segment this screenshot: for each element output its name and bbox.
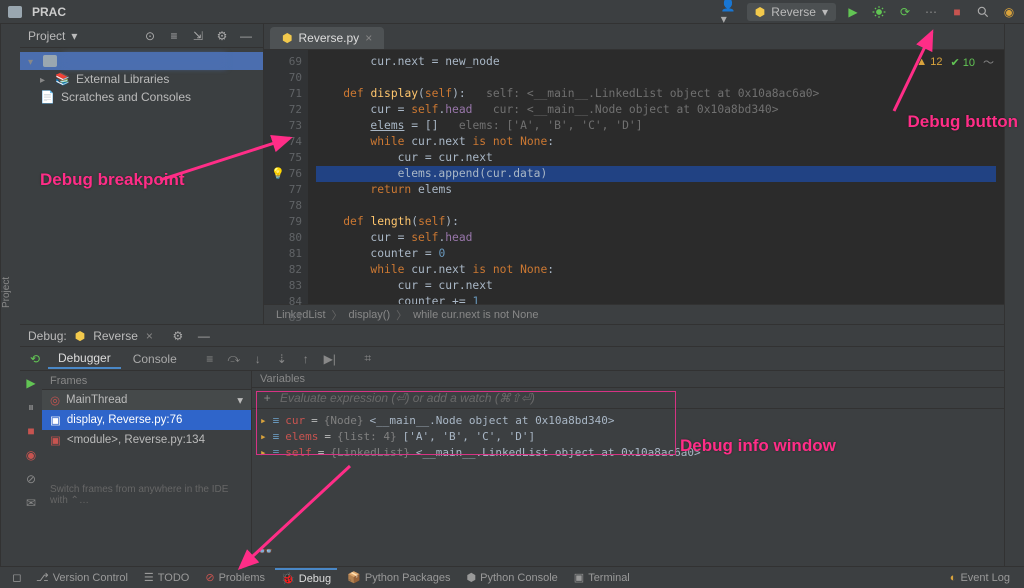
hide-icon[interactable]: — <box>237 27 255 45</box>
step-over-button[interactable]: ⤼ <box>223 348 245 370</box>
debug-tool-window: Debug: ⬢ Reverse × ⚙ — ⟲ Debugger Consol… <box>20 324 1004 564</box>
expand-icon[interactable]: ⇲ <box>189 27 207 45</box>
debug-side-toolbar: ▶ ⏸ ■ ◉ ⊘ ✉ <box>20 371 42 564</box>
gear-icon[interactable]: ⚙ <box>169 327 187 345</box>
stop-button[interactable]: ■ <box>948 3 966 21</box>
run-with-coverage-button[interactable]: ⟳ <box>896 3 914 21</box>
editor-tab-reverse[interactable]: ⬢ Reverse.py × <box>270 27 384 49</box>
pause-button[interactable]: ⏸ <box>23 399 39 415</box>
tool-window-toggle-icon[interactable]: ◻ <box>8 569 26 587</box>
tree-item-external-libraries[interactable]: 📚External Libraries <box>20 70 263 88</box>
step-into-my-button[interactable]: ⇣ <box>271 348 293 370</box>
tree-item-scratches[interactable]: 📄Scratches and Consoles <box>20 88 263 106</box>
frames-panel: Frames ◎MainThread▾ ▣display, Reverse.py… <box>42 371 252 564</box>
breadcrumb[interactable]: LinkedList〉 display()〉 while cur.next is… <box>264 304 1004 324</box>
search-everywhere-icon[interactable] <box>974 3 992 21</box>
tab-debugger[interactable]: Debugger <box>48 349 121 369</box>
run-button[interactable]: ▶ <box>844 3 862 21</box>
debug-button[interactable] <box>870 3 888 21</box>
frames-header: Frames <box>42 373 251 390</box>
gear-icon[interactable]: ⚙ <box>213 27 231 45</box>
settings-icon[interactable]: ◉ <box>1000 3 1018 21</box>
project-tool-label[interactable]: Project <box>1 276 12 307</box>
hide-icon[interactable]: — <box>195 327 213 345</box>
step-out-button[interactable]: ↑ <box>295 348 317 370</box>
show-execution-point-button[interactable]: ≡ <box>199 348 221 370</box>
step-into-button[interactable]: ↓ <box>247 348 269 370</box>
debug-header-title: Debug: <box>28 329 67 343</box>
watches-icon[interactable]: 👓 <box>258 544 273 558</box>
frames-hint: Switch frames from anywhere in the IDE w… <box>42 450 251 510</box>
evaluate-button[interactable]: ⌗ <box>357 348 379 370</box>
left-tool-strip[interactable]: Project <box>0 24 20 566</box>
variables-panel: Variables + Evaluate expression (⏎) or a… <box>252 371 1004 564</box>
mute-breakpoints-button[interactable]: ⊘ <box>23 471 39 487</box>
view-breakpoints-button[interactable]: ◉ <box>23 447 39 463</box>
gutter[interactable]: 69707172737475💡76777879808182838485 <box>264 50 308 304</box>
add-watch-icon[interactable]: + <box>260 391 274 405</box>
status-debug[interactable]: 🐞 Debug <box>275 568 337 587</box>
settings-side-button[interactable]: ✉ <box>23 495 39 511</box>
variables-list[interactable]: ▸ ≡ cur = {Node} <__main__.Node object a… <box>252 409 1004 564</box>
variables-header: Variables <box>252 371 1004 388</box>
status-todo[interactable]: ☰ TODO <box>138 569 195 586</box>
stack-frame[interactable]: ▣<module>, Reverse.py:134 <box>42 430 251 450</box>
evaluate-input[interactable]: + Evaluate expression (⏎) or add a watch… <box>252 388 1004 409</box>
run-config-dropdown[interactable]: ⬢ Reverse ▾ <box>747 3 836 21</box>
tree-item-root[interactable]: hidden project path name here <box>20 52 263 70</box>
status-python-packages[interactable]: 📦 Python Packages <box>341 569 456 586</box>
close-icon[interactable]: × <box>365 31 372 45</box>
status-problems[interactable]: ⊘ Problems <box>199 569 271 586</box>
editor: ⬢ Reverse.py × 69707172737475💡7677787980… <box>264 24 1004 324</box>
editor-body[interactable]: 69707172737475💡76777879808182838485 cur.… <box>264 50 1004 304</box>
stop-button-side[interactable]: ■ <box>23 423 39 439</box>
more-run-icon[interactable]: ⋯ <box>922 3 940 21</box>
project-panel: Project ▾ ⊙ ≡ ⇲ ⚙ — hidden project path … <box>20 24 264 324</box>
project-panel-title: Project <box>28 29 65 43</box>
run-config-label: Reverse <box>771 5 816 19</box>
stack-frame[interactable]: ▣display, Reverse.py:76 <box>42 410 251 430</box>
chevron-down-icon: ▾ <box>822 5 828 19</box>
debug-toolbar: ⟲ Debugger Console ≡ ⤼ ↓ ⇣ ↑ ▶| ⌗ <box>20 347 1004 371</box>
status-version-control[interactable]: ⎇ Version Control <box>30 569 134 586</box>
resume-button[interactable]: ▶ <box>23 375 39 391</box>
project-tree[interactable]: hidden project path name here 📚External … <box>20 48 263 324</box>
titlebar: PRAC 👤▾ ⬢ Reverse ▾ ▶ ⟳ ⋯ ■ ◉ <box>0 0 1024 24</box>
status-event-log[interactable]: ◐ Event Log <box>944 570 1016 586</box>
user-icon[interactable]: 👤▾ <box>721 3 739 21</box>
editor-tab-label: Reverse.py <box>298 31 359 45</box>
status-bar: ◻ ⎇ Version Control ☰ TODO ⊘ Problems 🐞 … <box>0 566 1024 588</box>
close-icon[interactable]: × <box>146 329 153 343</box>
rerun-button[interactable]: ⟲ <box>24 348 46 370</box>
chevron-down-icon[interactable]: ▾ <box>71 29 77 43</box>
debug-config-name: Reverse <box>93 329 138 343</box>
folder-icon <box>6 3 24 21</box>
right-tool-strip[interactable] <box>1004 24 1024 566</box>
status-terminal[interactable]: ▣ Terminal <box>568 569 636 586</box>
thread-selector[interactable]: ◎MainThread▾ <box>42 390 251 410</box>
locate-icon[interactable]: ⊙ <box>141 27 159 45</box>
run-to-cursor-button[interactable]: ▶| <box>319 348 341 370</box>
editor-tabs: ⬢ Reverse.py × <box>264 24 1004 50</box>
code-area[interactable]: cur.next = new_node def display(self): s… <box>308 50 1004 304</box>
status-python-console[interactable]: ⬢ Python Console <box>461 569 564 586</box>
collapse-icon[interactable]: ≡ <box>165 27 183 45</box>
tab-console[interactable]: Console <box>123 350 187 368</box>
project-name: PRAC <box>32 5 66 19</box>
inspection-indicators[interactable]: ▲ 12 ✔ 10 〜 <box>916 54 994 70</box>
